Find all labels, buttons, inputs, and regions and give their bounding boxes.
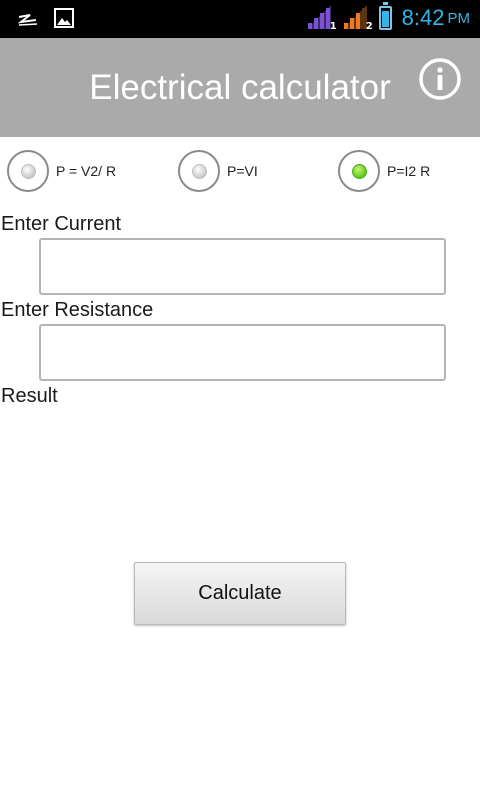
status-clock: 8:42 [401,5,445,30]
resistance-input[interactable] [39,324,446,381]
app-title: Electrical calculator [89,68,391,107]
status-ampm: PM [447,9,471,27]
app-header: Electrical calculator [0,38,480,137]
formula-radio-group: P = V2/ R P=VI P=I2 R [0,150,480,194]
notification-icons [16,8,74,34]
sim1-label: 1 [329,21,337,32]
radio-indicator-selected [351,163,367,179]
signal-sim1-icon: 1 [306,5,337,32]
radio-indicator [191,163,207,179]
current-label: Enter Current [1,213,122,235]
battery-icon [378,2,392,30]
radio-formula-v2r[interactable]: P = V2/ R [7,150,116,192]
radio-button[interactable] [178,150,220,192]
calculate-button[interactable]: Calculate [134,562,346,625]
radio-formula-i2r[interactable]: P=I2 R [338,150,430,192]
current-input[interactable] [39,238,446,295]
status-bar: 1 2 8:42 PM [0,0,480,38]
gallery-icon [54,8,74,34]
signal-sim2-icon: 2 [342,5,373,32]
result-label: Result [1,385,58,407]
resistance-label: Enter Resistance [1,299,154,321]
radio-label: P = V2/ R [56,163,117,179]
info-button[interactable] [418,57,462,101]
system-icons: 1 2 8:42 PM [306,2,471,32]
radio-label: P=VI [227,163,258,179]
input-method-icon [16,8,40,34]
sim2-label: 2 [365,21,373,32]
radio-label: P=I2 R [387,163,431,179]
radio-indicator [20,163,36,179]
radio-button[interactable] [7,150,49,192]
radio-button[interactable] [338,150,380,192]
radio-formula-vi[interactable]: P=VI [178,150,258,192]
info-icon [419,58,461,100]
